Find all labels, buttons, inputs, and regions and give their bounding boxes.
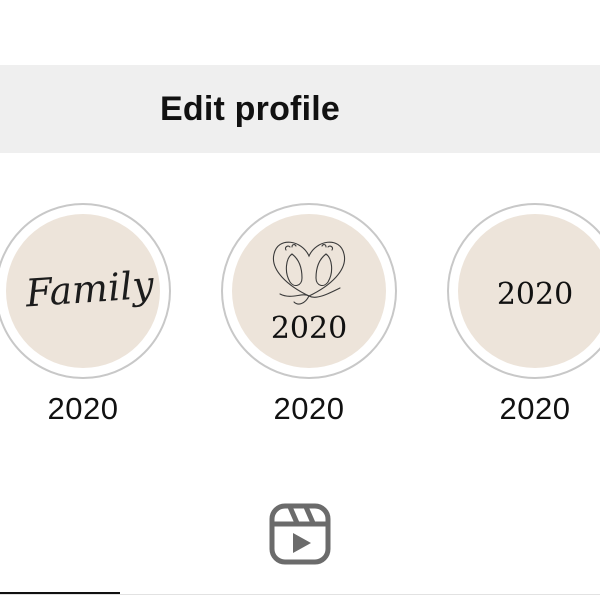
highlight-cover: Family (6, 214, 160, 368)
edit-profile-label: Edit profile (160, 89, 340, 128)
highlight-cover: 2020 (458, 214, 600, 368)
tab-divider (0, 594, 600, 595)
highlight-cover-art: 2020 (497, 277, 573, 312)
story-highlight-family[interactable]: Family 2020 (0, 203, 171, 427)
profile-screen: Edit profile Family 2020 2020 2020 2020 … (0, 0, 600, 600)
highlight-cover: 2020 (232, 214, 386, 368)
story-highlight-2020[interactable]: 2020 2020 (447, 203, 600, 427)
highlight-cover-text: 2020 (271, 311, 347, 346)
story-highlight-baby[interactable]: 2020 2020 (221, 203, 397, 427)
highlight-ring: 2020 (221, 203, 397, 379)
highlight-ring: Family (0, 203, 171, 379)
highlight-cover-text: 2020 (497, 277, 573, 312)
highlight-label: 2020 (273, 391, 345, 426)
highlight-cover-text: Family (23, 263, 156, 316)
baby-feet-heart-icon: 2020 (271, 241, 347, 346)
edit-profile-button[interactable]: Edit profile (0, 65, 600, 153)
family-script-cover: Family (23, 263, 156, 316)
reels-tab[interactable] (269, 503, 331, 565)
highlight-label: 2020 (47, 391, 119, 426)
highlight-label: 2020 (499, 391, 571, 426)
reels-icon (269, 503, 331, 565)
highlight-ring: 2020 (447, 203, 600, 379)
